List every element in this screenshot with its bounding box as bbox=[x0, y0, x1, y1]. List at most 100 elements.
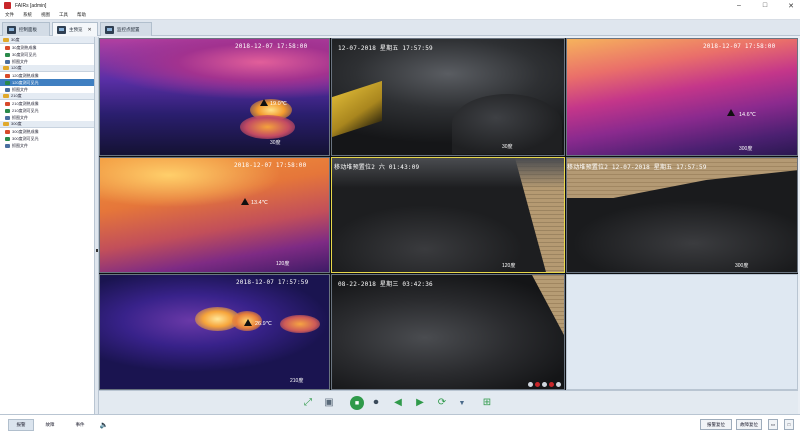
record-icon[interactable] bbox=[535, 382, 540, 387]
ptz-icon[interactable] bbox=[556, 382, 561, 387]
feed-angle-label: 120度 bbox=[502, 263, 516, 269]
stacker-machine bbox=[332, 80, 382, 138]
feed-timestamp: 移动堆预置位2 12-07-2018 星期五 17:57:59 bbox=[567, 164, 707, 171]
tree-node-files-30[interactable]: 抓图文件 bbox=[0, 58, 94, 65]
preview-icon bbox=[57, 25, 66, 34]
video-cell-visible-120[interactable]: 移动堆预置位2 六 01:43:09 120度 bbox=[331, 157, 565, 273]
file-icon bbox=[5, 87, 10, 92]
maximize-icon[interactable]: □ bbox=[784, 419, 794, 430]
thermal-camera-icon bbox=[5, 101, 10, 106]
tree-group-300[interactable]: 300度 bbox=[0, 121, 94, 128]
max-temp-marker-icon bbox=[260, 99, 268, 106]
thermal-camera-icon bbox=[5, 45, 10, 50]
app-logo-icon bbox=[4, 2, 11, 9]
max-temp-marker-icon bbox=[244, 319, 252, 326]
prev-icon[interactable]: ◀ bbox=[392, 397, 404, 409]
tab-control-panel[interactable]: 控制面板 bbox=[2, 22, 50, 36]
video-cell-empty[interactable] bbox=[566, 274, 798, 390]
video-cell-visible-210[interactable]: 08-22-2018 星期三 03:42:36 bbox=[331, 274, 565, 390]
restore-icon[interactable]: ▭ bbox=[768, 419, 778, 430]
folder-icon bbox=[3, 122, 9, 126]
tab-main-preview[interactable]: 主预览 ✕ bbox=[52, 22, 98, 36]
tab-event[interactable]: 事件 bbox=[68, 419, 92, 431]
visible-camera-icon bbox=[5, 52, 10, 57]
video-cell-visible-300[interactable]: 移动堆预置位2 12-07-2018 星期五 17:57:59 300度 bbox=[566, 157, 798, 273]
collapse-handle-icon[interactable] bbox=[96, 249, 98, 252]
tree-node-thermal-210[interactable]: 210度测热成像 bbox=[0, 100, 94, 107]
video-cell-thermal-120[interactable]: 2018-12-07 17:58:00 13.4℃ 120度 bbox=[99, 157, 330, 273]
menu-tools[interactable]: 工具 bbox=[59, 12, 68, 18]
audio-icon[interactable] bbox=[542, 382, 547, 387]
tree-node-visible-210[interactable]: 210度测可见光 bbox=[0, 107, 94, 114]
feed-angle-label: 210度 bbox=[290, 378, 304, 384]
folder-icon bbox=[3, 94, 9, 98]
thermal-camera-icon bbox=[5, 129, 10, 134]
window-title: FAIRs [admin] bbox=[15, 2, 47, 9]
video-cell-thermal-210[interactable]: 2018-12-07 17:57:59 26.9℃ 210度 bbox=[99, 274, 330, 390]
fault-reset-button[interactable]: 故障复位 bbox=[736, 419, 762, 430]
refresh-icon[interactable]: ⟳ bbox=[436, 397, 448, 409]
snapshot-icon[interactable]: ▣ bbox=[323, 397, 335, 409]
tab-monitor-config[interactable]: 监控点配置 bbox=[100, 22, 152, 36]
video-cell-visible-30[interactable]: 12-07-2018 星期五 17:57:59 30度 bbox=[331, 38, 565, 156]
max-temp-readout: 19.0℃ bbox=[270, 101, 287, 107]
tree-group-30[interactable]: 30度 bbox=[0, 37, 94, 44]
config-icon bbox=[105, 25, 114, 34]
tree-node-visible-120[interactable]: 120度测可见光 bbox=[0, 79, 94, 86]
tree-node-thermal-120[interactable]: 120度测热成像 bbox=[0, 72, 94, 79]
max-temp-readout: 13.4℃ bbox=[251, 200, 268, 206]
speaker-icon[interactable]: 🔈 bbox=[98, 419, 110, 431]
hotspot-region bbox=[240, 115, 295, 139]
tree-group-120[interactable]: 120度 bbox=[0, 65, 94, 72]
menu-file[interactable]: 文件 bbox=[5, 12, 14, 18]
visible-camera-icon bbox=[5, 80, 10, 85]
tab-fault[interactable]: 故障 bbox=[38, 419, 62, 431]
minimize-icon[interactable]: – bbox=[734, 2, 744, 10]
tab-alarm[interactable]: 报警 bbox=[8, 419, 34, 431]
fullscreen-icon[interactable]: ⤢ bbox=[302, 397, 314, 409]
tree-node-files-120[interactable]: 抓图文件 bbox=[0, 86, 94, 93]
menu-system[interactable]: 系统 bbox=[23, 12, 32, 18]
brick-wall bbox=[532, 275, 564, 335]
tab-close-icon[interactable]: ✕ bbox=[88, 27, 92, 33]
device-tree: 30度 30度测热成像 30度测可见光 抓图文件 120度 120度测热成像 1… bbox=[0, 37, 95, 414]
max-temp-marker-icon bbox=[727, 109, 735, 116]
thermal-camera-icon bbox=[5, 73, 10, 78]
video-grid: 2018-12-07 17:58:00 19.0℃ 30度 12-07-2018… bbox=[99, 38, 798, 390]
menu-help[interactable]: 帮助 bbox=[77, 12, 86, 18]
tree-node-thermal-300[interactable]: 300度测热成像 bbox=[0, 128, 94, 135]
layout-icon[interactable]: ⊞ bbox=[481, 397, 493, 409]
max-temp-marker-icon bbox=[241, 198, 249, 205]
feed-timestamp: 2018-12-07 17:58:00 bbox=[235, 43, 308, 50]
menu-view[interactable]: 视图 bbox=[41, 12, 50, 18]
tree-node-visible-30[interactable]: 30度测可见光 bbox=[0, 51, 94, 58]
tree-node-files-210[interactable]: 抓图文件 bbox=[0, 114, 94, 121]
tree-node-files-300[interactable]: 抓图文件 bbox=[0, 142, 94, 149]
playback-controls: ⤢ ▣ ■ ⏺ ◀ ▶ ⟳ ▼ ⊞ bbox=[99, 390, 798, 414]
next-icon[interactable]: ▶ bbox=[414, 397, 426, 409]
feed-timestamp: 2018-12-07 17:57:59 bbox=[236, 279, 309, 286]
hotspot-region bbox=[280, 315, 320, 333]
snapshot-icon[interactable] bbox=[528, 382, 533, 387]
menu-bar: 文件 系统 视图 工具 帮助 bbox=[0, 11, 800, 20]
title-bar: FAIRs [admin] – □ ✕ bbox=[0, 0, 800, 11]
file-icon bbox=[5, 143, 10, 148]
status-bar: 报警 故障 事件 🔈 报警复位 故障复位 ▭ □ bbox=[0, 414, 800, 433]
maximize-icon[interactable]: □ bbox=[760, 2, 770, 10]
tree-node-thermal-30[interactable]: 30度测热成像 bbox=[0, 44, 94, 51]
cell-tool-icons bbox=[528, 382, 561, 387]
close-icon[interactable]: ✕ bbox=[786, 2, 796, 10]
close-stream-icon[interactable] bbox=[549, 382, 554, 387]
video-cell-thermal-300[interactable]: 2018-12-07 17:58:00 14.6℃ 300度 bbox=[566, 38, 798, 156]
monitor-icon bbox=[7, 25, 16, 34]
alarm-reset-button[interactable]: 报警复位 bbox=[700, 419, 732, 430]
dropdown-icon[interactable]: ▼ bbox=[456, 397, 468, 409]
tab-label: 监控点配置 bbox=[117, 26, 140, 32]
stop-icon[interactable]: ■ bbox=[350, 396, 364, 410]
file-icon bbox=[5, 59, 10, 64]
tree-group-210[interactable]: 210度 bbox=[0, 93, 94, 100]
feed-angle-label: 300度 bbox=[735, 263, 749, 269]
record-icon[interactable]: ⏺ bbox=[370, 397, 382, 409]
video-cell-thermal-30[interactable]: 2018-12-07 17:58:00 19.0℃ 30度 bbox=[99, 38, 330, 156]
tree-node-visible-300[interactable]: 300度测可见光 bbox=[0, 135, 94, 142]
